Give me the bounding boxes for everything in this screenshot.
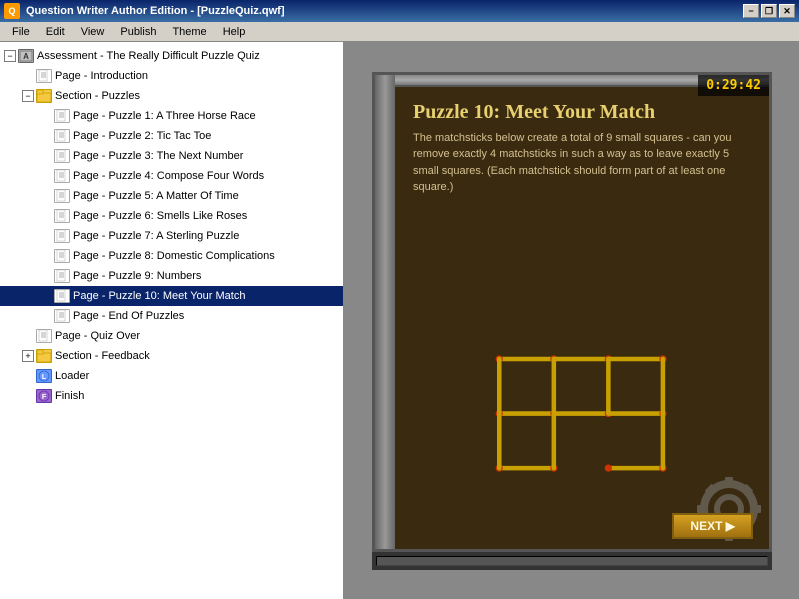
restore-button[interactable]: ❐ bbox=[761, 4, 777, 18]
svg-text:F: F bbox=[42, 394, 47, 401]
node-icon-page-p7 bbox=[54, 229, 70, 243]
preview-content: 0:29:42 Puzzle 10: Meet Your Match The m… bbox=[372, 72, 772, 552]
node-label-assessment: Assessment - The Really Difficult Puzzle… bbox=[37, 50, 260, 62]
node-label-page-p7: Page - Puzzle 7: A Sterling Puzzle bbox=[73, 230, 239, 242]
node-icon-loader: L bbox=[36, 369, 52, 383]
expand-button-section-feedback[interactable]: + bbox=[22, 350, 34, 362]
node-label-finish: Finish bbox=[55, 390, 84, 402]
tree-node-page-p10[interactable]: Page - Puzzle 10: Meet Your Match bbox=[0, 286, 343, 306]
titlebar: Q Question Writer Author Edition - [Puzz… bbox=[0, 0, 799, 22]
node-icon-page-p10 bbox=[54, 289, 70, 303]
node-label-page-p10: Page - Puzzle 10: Meet Your Match bbox=[73, 290, 245, 302]
node-label-page-p4: Page - Puzzle 4: Compose Four Words bbox=[73, 170, 264, 182]
tree-node-page-p7[interactable]: Page - Puzzle 7: A Sterling Puzzle bbox=[0, 226, 343, 246]
node-label-section-feedback: Section - Feedback bbox=[55, 350, 150, 362]
preview-panel: 0:29:42 Puzzle 10: Meet Your Match The m… bbox=[345, 42, 799, 599]
title-text: Question Writer Author Edition - [Puzzle… bbox=[26, 5, 743, 17]
node-label-page-end: Page - End Of Puzzles bbox=[73, 310, 184, 322]
menu-publish[interactable]: Publish bbox=[112, 24, 164, 40]
tree-node-page-p8[interactable]: Page - Puzzle 8: Domestic Complications bbox=[0, 246, 343, 266]
menu-edit[interactable]: Edit bbox=[38, 24, 73, 40]
tree-node-page-p5[interactable]: Page - Puzzle 5: A Matter Of Time bbox=[0, 186, 343, 206]
tree-node-section-feedback[interactable]: + Section - Feedback bbox=[0, 346, 343, 366]
tree-node-loader[interactable]: L Loader bbox=[0, 366, 343, 386]
tree-node-page-p2[interactable]: Page - Puzzle 2: Tic Tac Toe bbox=[0, 126, 343, 146]
node-label-section-puzzles: Section - Puzzles bbox=[55, 90, 140, 102]
node-icon-page-p5 bbox=[54, 189, 70, 203]
preview-scrollbar bbox=[372, 552, 772, 570]
node-label-loader: Loader bbox=[55, 370, 89, 382]
tree-node-page-p9[interactable]: Page - Puzzle 9: Numbers bbox=[0, 266, 343, 286]
tree-panel: −AAssessment - The Really Difficult Puzz… bbox=[0, 42, 345, 599]
tree-node-page-p6[interactable]: Page - Puzzle 6: Smells Like Roses bbox=[0, 206, 343, 226]
node-icon-page-end bbox=[54, 309, 70, 323]
app-icon: Q bbox=[4, 3, 20, 19]
node-icon-page-p2 bbox=[54, 129, 70, 143]
node-icon-page-p4 bbox=[54, 169, 70, 183]
main-area: −AAssessment - The Really Difficult Puzz… bbox=[0, 42, 799, 599]
tree-node-page-p3[interactable]: Page - Puzzle 3: The Next Number bbox=[0, 146, 343, 166]
node-label-page-p2: Page - Puzzle 2: Tic Tac Toe bbox=[73, 130, 211, 142]
window-controls: − ❐ ✕ bbox=[743, 4, 795, 18]
puzzle-description: The matchsticks below create a total of … bbox=[397, 130, 769, 196]
node-icon-page-p8 bbox=[54, 249, 70, 263]
node-label-page-p3: Page - Puzzle 3: The Next Number bbox=[73, 150, 243, 162]
timer-display: 0:29:42 bbox=[698, 75, 769, 96]
node-icon-assessment: A bbox=[18, 49, 34, 63]
node-label-page-quiz-over: Page - Quiz Over bbox=[55, 330, 140, 342]
menu-view[interactable]: View bbox=[73, 24, 113, 40]
node-label-page-intro: Page - Introduction bbox=[55, 70, 148, 82]
menu-file[interactable]: File bbox=[4, 24, 38, 40]
node-icon-page-intro bbox=[36, 69, 52, 83]
scrollbar-track[interactable] bbox=[376, 556, 768, 566]
node-icon-page-p9 bbox=[54, 269, 70, 283]
tree-node-page-quiz-over[interactable]: Page - Quiz Over bbox=[0, 326, 343, 346]
node-icon-page-quiz-over bbox=[36, 329, 52, 343]
svg-text:A: A bbox=[23, 52, 29, 61]
tree-node-page-p4[interactable]: Page - Puzzle 4: Compose Four Words bbox=[0, 166, 343, 186]
node-label-page-p1: Page - Puzzle 1: A Three Horse Race bbox=[73, 110, 256, 122]
node-icon-section-puzzles bbox=[36, 89, 52, 103]
node-label-page-p8: Page - Puzzle 8: Domestic Complications bbox=[73, 250, 275, 262]
node-icon-section-feedback bbox=[36, 349, 52, 363]
node-label-page-p9: Page - Puzzle 9: Numbers bbox=[73, 270, 201, 282]
node-icon-page-p3 bbox=[54, 149, 70, 163]
expand-button-assessment[interactable]: − bbox=[4, 50, 16, 62]
tree-node-section-puzzles[interactable]: − Section - Puzzles bbox=[0, 86, 343, 106]
node-icon-finish: F bbox=[36, 389, 52, 403]
close-button[interactable]: ✕ bbox=[779, 4, 795, 18]
matchstick-diagram bbox=[375, 329, 769, 489]
tree-node-page-p1[interactable]: Page - Puzzle 1: A Three Horse Race bbox=[0, 106, 343, 126]
minimize-button[interactable]: − bbox=[743, 4, 759, 18]
node-label-page-p6: Page - Puzzle 6: Smells Like Roses bbox=[73, 210, 247, 222]
tree-node-page-intro[interactable]: Page - Introduction bbox=[0, 66, 343, 86]
svg-text:L: L bbox=[42, 374, 47, 381]
next-button[interactable]: NEXT ▶ bbox=[672, 513, 753, 539]
tree-node-assessment[interactable]: −A Assessment - The Really Difficult Puzz… bbox=[0, 46, 343, 66]
tree-node-finish[interactable]: F Finish bbox=[0, 386, 343, 406]
menu-help[interactable]: Help bbox=[215, 24, 254, 40]
node-label-page-p5: Page - Puzzle 5: A Matter Of Time bbox=[73, 190, 239, 202]
tree-node-page-end[interactable]: Page - End Of Puzzles bbox=[0, 306, 343, 326]
node-icon-page-p1 bbox=[54, 109, 70, 123]
menubar: File Edit View Publish Theme Help bbox=[0, 22, 799, 42]
expand-button-section-puzzles[interactable]: − bbox=[22, 90, 34, 102]
node-icon-page-p6 bbox=[54, 209, 70, 223]
menu-theme[interactable]: Theme bbox=[164, 24, 214, 40]
